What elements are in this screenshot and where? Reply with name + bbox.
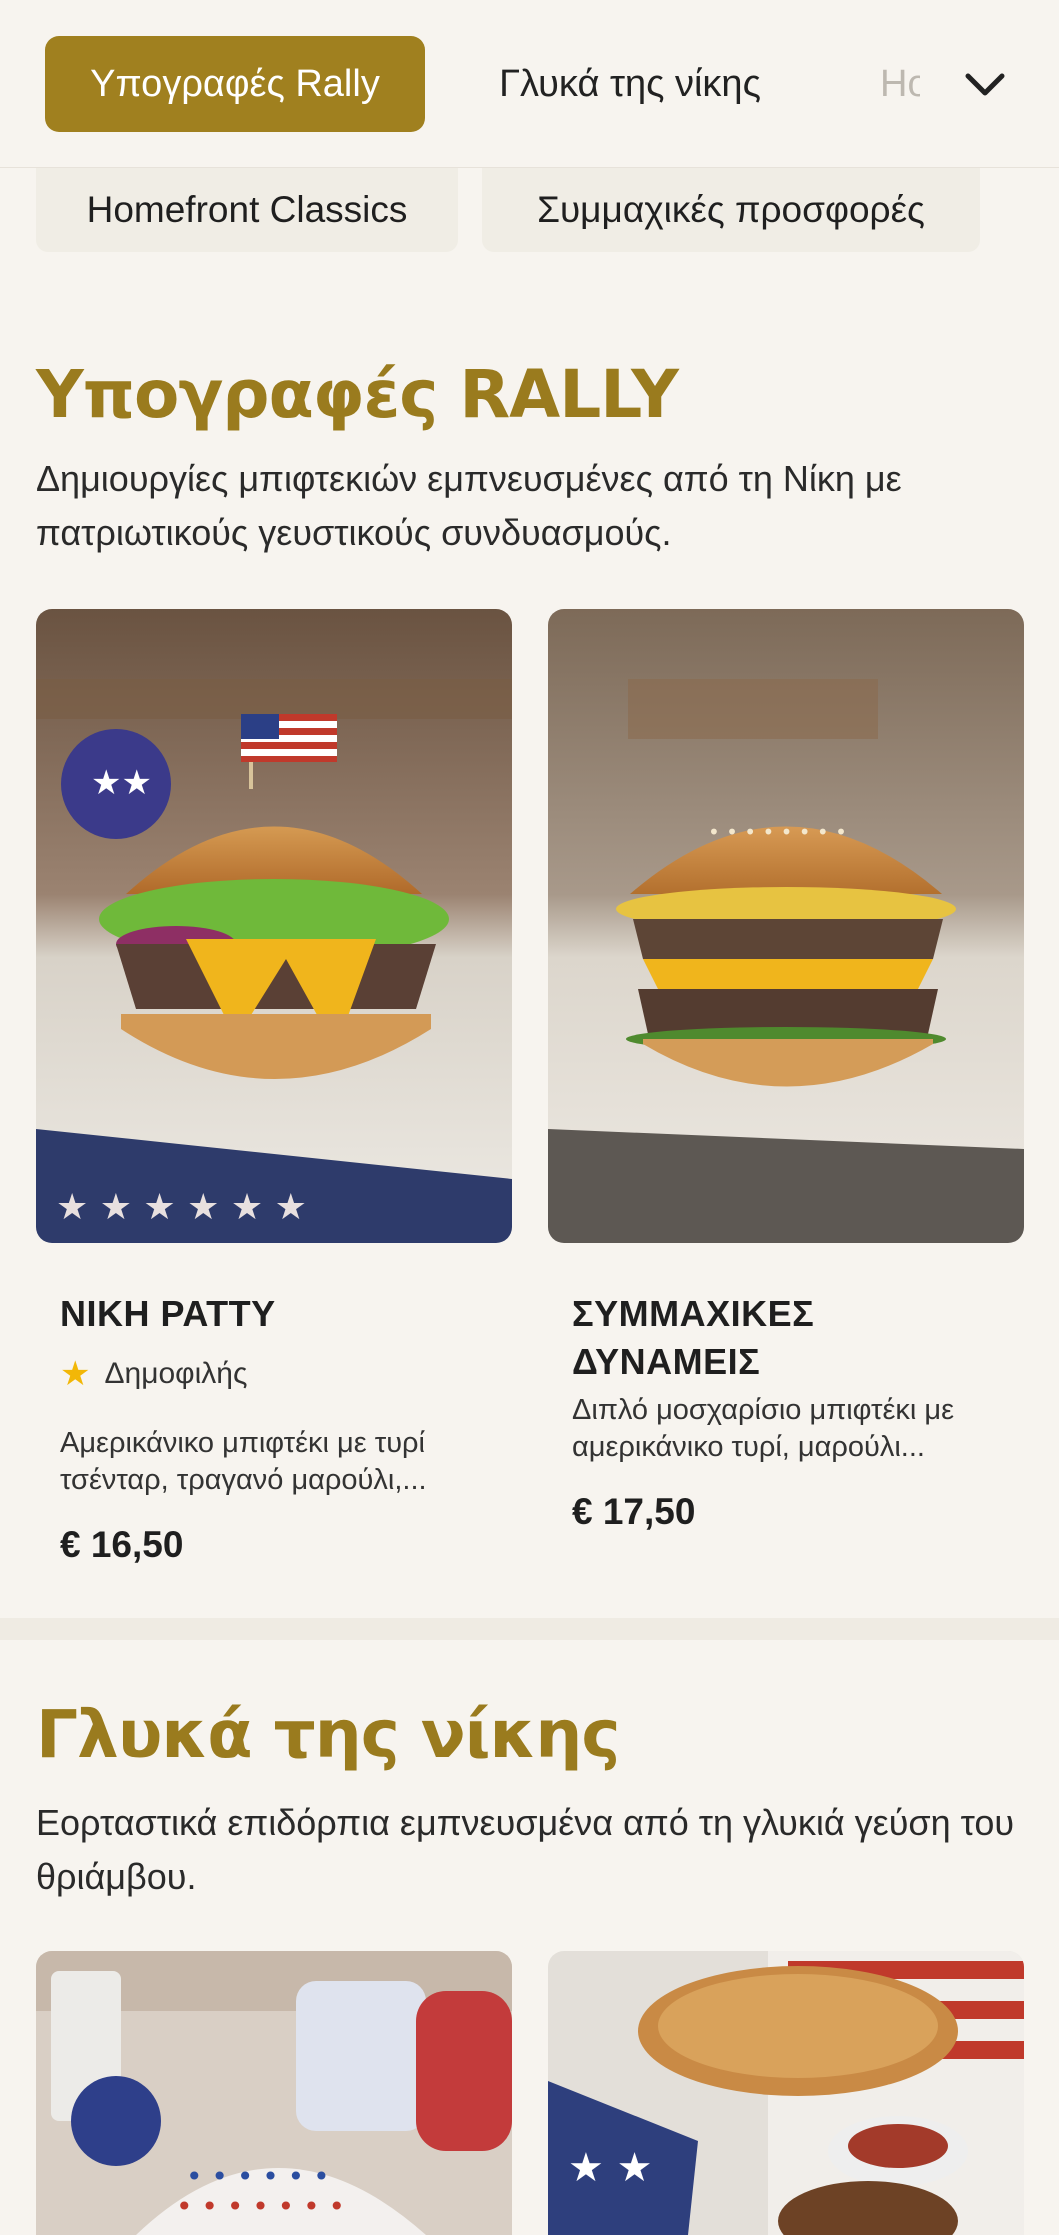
- dessert-image-cake[interactable]: • • • • • • • • • • • • •: [36, 1951, 512, 2235]
- section-title: Υπογραφές RALLY: [36, 356, 679, 433]
- item-price: € 17,50: [572, 1491, 696, 1532]
- tab-rally-signatures[interactable]: Υπογραφές Rally: [45, 36, 425, 132]
- section-description: Δημιουργίες μπιφτεκιών εμπνευσμένες από …: [36, 458, 902, 553]
- subnav-homefront-classics[interactable]: Homefront Classics: [36, 168, 458, 252]
- item-name: ΝΙΚΗ PATTY: [60, 1293, 276, 1334]
- burger-image-allied-forces[interactable]: • • • • • • • •: [548, 609, 1024, 1243]
- svg-text:• • • • • • •: • • • • • • •: [176, 2190, 345, 2223]
- item-price: € 16,50: [60, 1524, 184, 1565]
- tab-homefront-partial[interactable]: Hor: [880, 36, 920, 132]
- section-title: Γλυκά της νίκης: [36, 1696, 620, 1773]
- popular-badge: ★ Δημοφιλής: [60, 1354, 247, 1394]
- star-icon: ★: [60, 1355, 91, 1393]
- section-description: Εορταστικά επιδόρπια εμπνευσμένα από τη …: [36, 1802, 1015, 1897]
- burger-image-niki-patty[interactable]: ★★ ★ ★ ★ ★ ★ ★: [36, 609, 512, 1243]
- item-name: ΣΥΜΜΑΧΙΚΕΣ ΔΥΝΑΜΕΙΣ: [572, 1293, 815, 1382]
- svg-text:• • • • • • • •: • • • • • • • •: [708, 820, 847, 844]
- badge-label: Δημοφιλής: [104, 1357, 248, 1390]
- item-description: Διπλό μοσχαρίσιο μπιφτέκι με αμερικάνικο…: [572, 1394, 955, 1463]
- svg-text:★★: ★★: [91, 763, 152, 803]
- svg-text:★ ★: ★ ★: [568, 2145, 652, 2191]
- section-divider: [0, 1618, 1059, 1640]
- category-nav: Υπογραφές Rally Γλυκά της νίκης Hor: [0, 0, 1059, 168]
- svg-text:• • • • • •: • • • • • •: [186, 2160, 330, 2193]
- chevron-down-icon[interactable]: [960, 60, 1010, 110]
- svg-text:★ ★ ★ ★ ★ ★: ★ ★ ★ ★ ★ ★: [56, 1187, 307, 1228]
- tab-victory-sweets[interactable]: Γλυκά της νίκης: [470, 36, 790, 132]
- item-description: Αμερικάνικο μπιφτέκι με τυρί τσένταρ, τρ…: [60, 1427, 427, 1496]
- subnav-allied-offers[interactable]: Συμμαχικές προσφορές: [482, 168, 980, 252]
- dessert-image-pie[interactable]: ★ ★: [548, 1951, 1024, 2235]
